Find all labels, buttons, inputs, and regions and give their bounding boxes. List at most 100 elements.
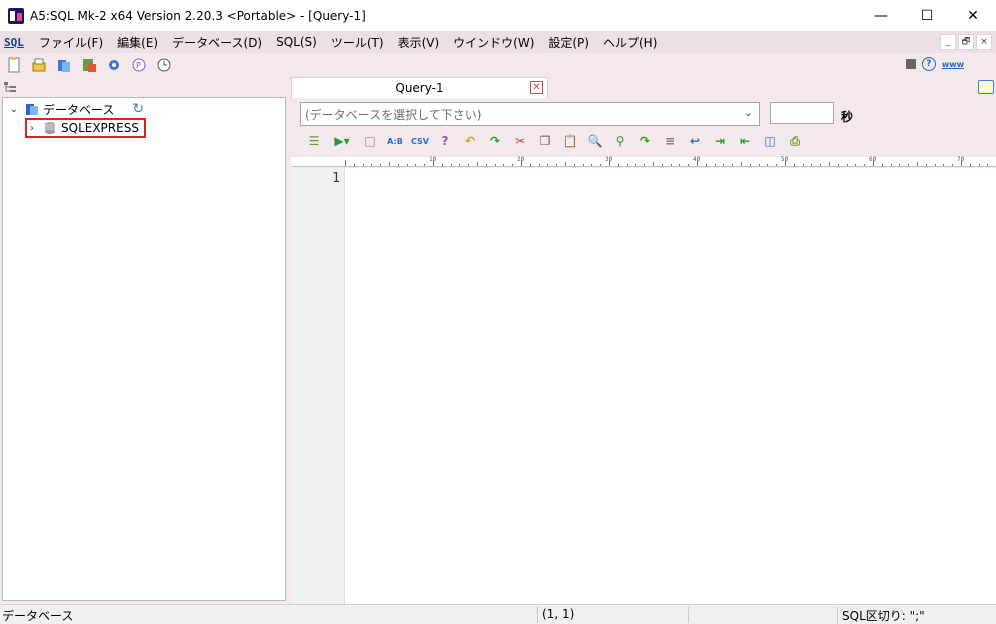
minimize-button[interactable]: —: [858, 0, 904, 31]
ruler-tick: [758, 164, 760, 166]
database-select[interactable]: (データベースを選択して下さい) ⌄: [300, 102, 760, 126]
ruler-tick: [538, 164, 540, 166]
outdent-icon[interactable]: ⇤: [737, 133, 753, 149]
www-link[interactable]: www: [942, 60, 964, 69]
ruler-tick: [846, 164, 848, 166]
open-folder-icon[interactable]: [31, 57, 47, 73]
search-icon[interactable]: 🔍: [587, 133, 603, 149]
menu-file[interactable]: ファイル(F): [32, 34, 110, 51]
toolbar-right-group: ? www: [905, 57, 964, 71]
tab-label: Query-1: [395, 81, 444, 95]
menu-help[interactable]: ヘルプ(H): [596, 34, 664, 51]
ruler-tick: [591, 164, 593, 166]
jump-icon[interactable]: ↷: [637, 133, 653, 149]
database-icon[interactable]: [56, 57, 72, 73]
sql-editor[interactable]: 1: [291, 168, 996, 604]
ruler-tick: [556, 164, 558, 166]
menu-edit[interactable]: 編集(E): [110, 34, 165, 51]
ruler-tick: [934, 164, 936, 166]
ruler-tick: [529, 164, 531, 166]
ruler-tick: [820, 164, 822, 166]
window-list-icon[interactable]: [978, 80, 994, 94]
ruler-tick: [732, 164, 734, 166]
plugin-icon[interactable]: P: [131, 57, 147, 73]
align-icon[interactable]: ≡: [662, 133, 678, 149]
menu-sql[interactable]: SQL(S): [269, 35, 324, 49]
mdi-restore-button[interactable]: 🗗: [958, 34, 974, 50]
redo-icon[interactable]: ↷: [487, 133, 503, 149]
status-panel-name: データベース: [2, 609, 74, 623]
cut-icon[interactable]: ✂: [512, 133, 528, 149]
close-button[interactable]: ✕: [950, 0, 996, 31]
ruler-tick: [793, 164, 795, 166]
database-select-placeholder: (データベースを選択して下さい): [305, 107, 482, 122]
explain-icon[interactable]: ?: [437, 133, 453, 149]
replace-icon[interactable]: ⚲: [612, 133, 628, 149]
gear-icon[interactable]: [106, 57, 122, 73]
ruler-tick: [644, 164, 646, 166]
ruler-tick: [811, 164, 813, 166]
editor-toolbar: ☰ ▶▾ □ A:B CSV ? ↶ ↷ ✂ ❐ 📋 🔍 ⚲ ↷ ≡ ↩ ⇥ ⇤…: [306, 131, 812, 151]
undo-icon[interactable]: ↶: [462, 133, 478, 149]
ruler-tick: [433, 160, 434, 166]
ruler-tick: [609, 160, 610, 166]
database-tree-panel[interactable]: ⌄ データベース ↻ › SQLEXPRESS: [2, 97, 286, 601]
indent-icon[interactable]: ⇥: [712, 133, 728, 149]
ruler-tick: [353, 164, 355, 166]
timeout-input[interactable]: [770, 102, 834, 124]
menu-database[interactable]: データベース(D): [165, 34, 269, 51]
ruler-tick: [582, 164, 584, 166]
sql-menu-icon[interactable]: SQL: [4, 36, 24, 49]
ruler-tick: [705, 164, 707, 166]
ruler-tick: [494, 164, 496, 166]
ruler-tick: [380, 164, 382, 166]
chevron-down-icon[interactable]: ⌄: [744, 106, 753, 119]
mdi-minimize-button[interactable]: _: [940, 34, 956, 50]
title-bar: A5:SQL Mk-2 x64 Version 2.20.3 <Portable…: [0, 0, 996, 31]
format-sql-icon[interactable]: ☰: [306, 133, 322, 149]
stop-icon[interactable]: [905, 59, 916, 69]
ruler-tick: [952, 164, 954, 166]
split-view-icon[interactable]: ◫: [762, 133, 778, 149]
ruler-tick: [459, 164, 461, 166]
maximize-button[interactable]: ☐: [904, 0, 950, 31]
status-divider: [837, 607, 838, 623]
ruler-tick: [908, 164, 910, 166]
run-icon[interactable]: ▶▾: [331, 133, 353, 149]
ruler-tick: [688, 164, 690, 166]
stop-square-icon[interactable]: □: [362, 133, 378, 149]
export-ab-icon[interactable]: A:B: [387, 133, 403, 149]
tree-root-node[interactable]: ⌄ データベース ↻: [7, 100, 144, 118]
app-logo-icon: [8, 7, 24, 24]
menu-settings[interactable]: 設定(P): [541, 34, 596, 51]
database-table-icon[interactable]: [81, 57, 97, 73]
ruler-tick: [802, 164, 804, 166]
menu-view[interactable]: 表示(V): [391, 34, 447, 51]
ruler-tick: [917, 162, 918, 166]
ruler-tick: [776, 164, 778, 166]
new-file-icon[interactable]: [6, 57, 22, 73]
status-divider: [537, 607, 538, 623]
export-csv-icon[interactable]: CSV: [411, 133, 429, 149]
ruler-tick: [714, 164, 716, 166]
ruler-tick: [424, 164, 426, 166]
menu-window[interactable]: ウインドウ(W): [446, 34, 541, 51]
database-icon: [26, 104, 38, 115]
ruler-tick: [864, 164, 866, 166]
chevron-down-icon[interactable]: ⌄: [7, 104, 21, 115]
ruler-tick: [987, 164, 989, 166]
wrap-icon[interactable]: ↩: [687, 133, 703, 149]
mdi-close-button[interactable]: ×: [976, 34, 992, 50]
tab-query-1[interactable]: Query-1 ✕: [291, 77, 548, 98]
ruler-tick: [406, 164, 408, 166]
query-area: (データベースを選択して下さい) ⌄ 秒 ☰ ▶▾ □ A:B CSV ? ↶ …: [291, 98, 996, 604]
tree-structure-icon[interactable]: [4, 82, 18, 94]
refresh-icon[interactable]: ↻: [132, 101, 144, 117]
clock-icon[interactable]: [156, 57, 172, 73]
help-icon[interactable]: ?: [921, 57, 936, 71]
tab-close-icon[interactable]: ✕: [530, 81, 543, 94]
print-icon[interactable]: ⎙: [787, 133, 803, 149]
menu-tools[interactable]: ツール(T): [324, 34, 391, 51]
copy-icon[interactable]: ❐: [537, 133, 553, 149]
paste-icon[interactable]: 📋: [562, 133, 578, 149]
